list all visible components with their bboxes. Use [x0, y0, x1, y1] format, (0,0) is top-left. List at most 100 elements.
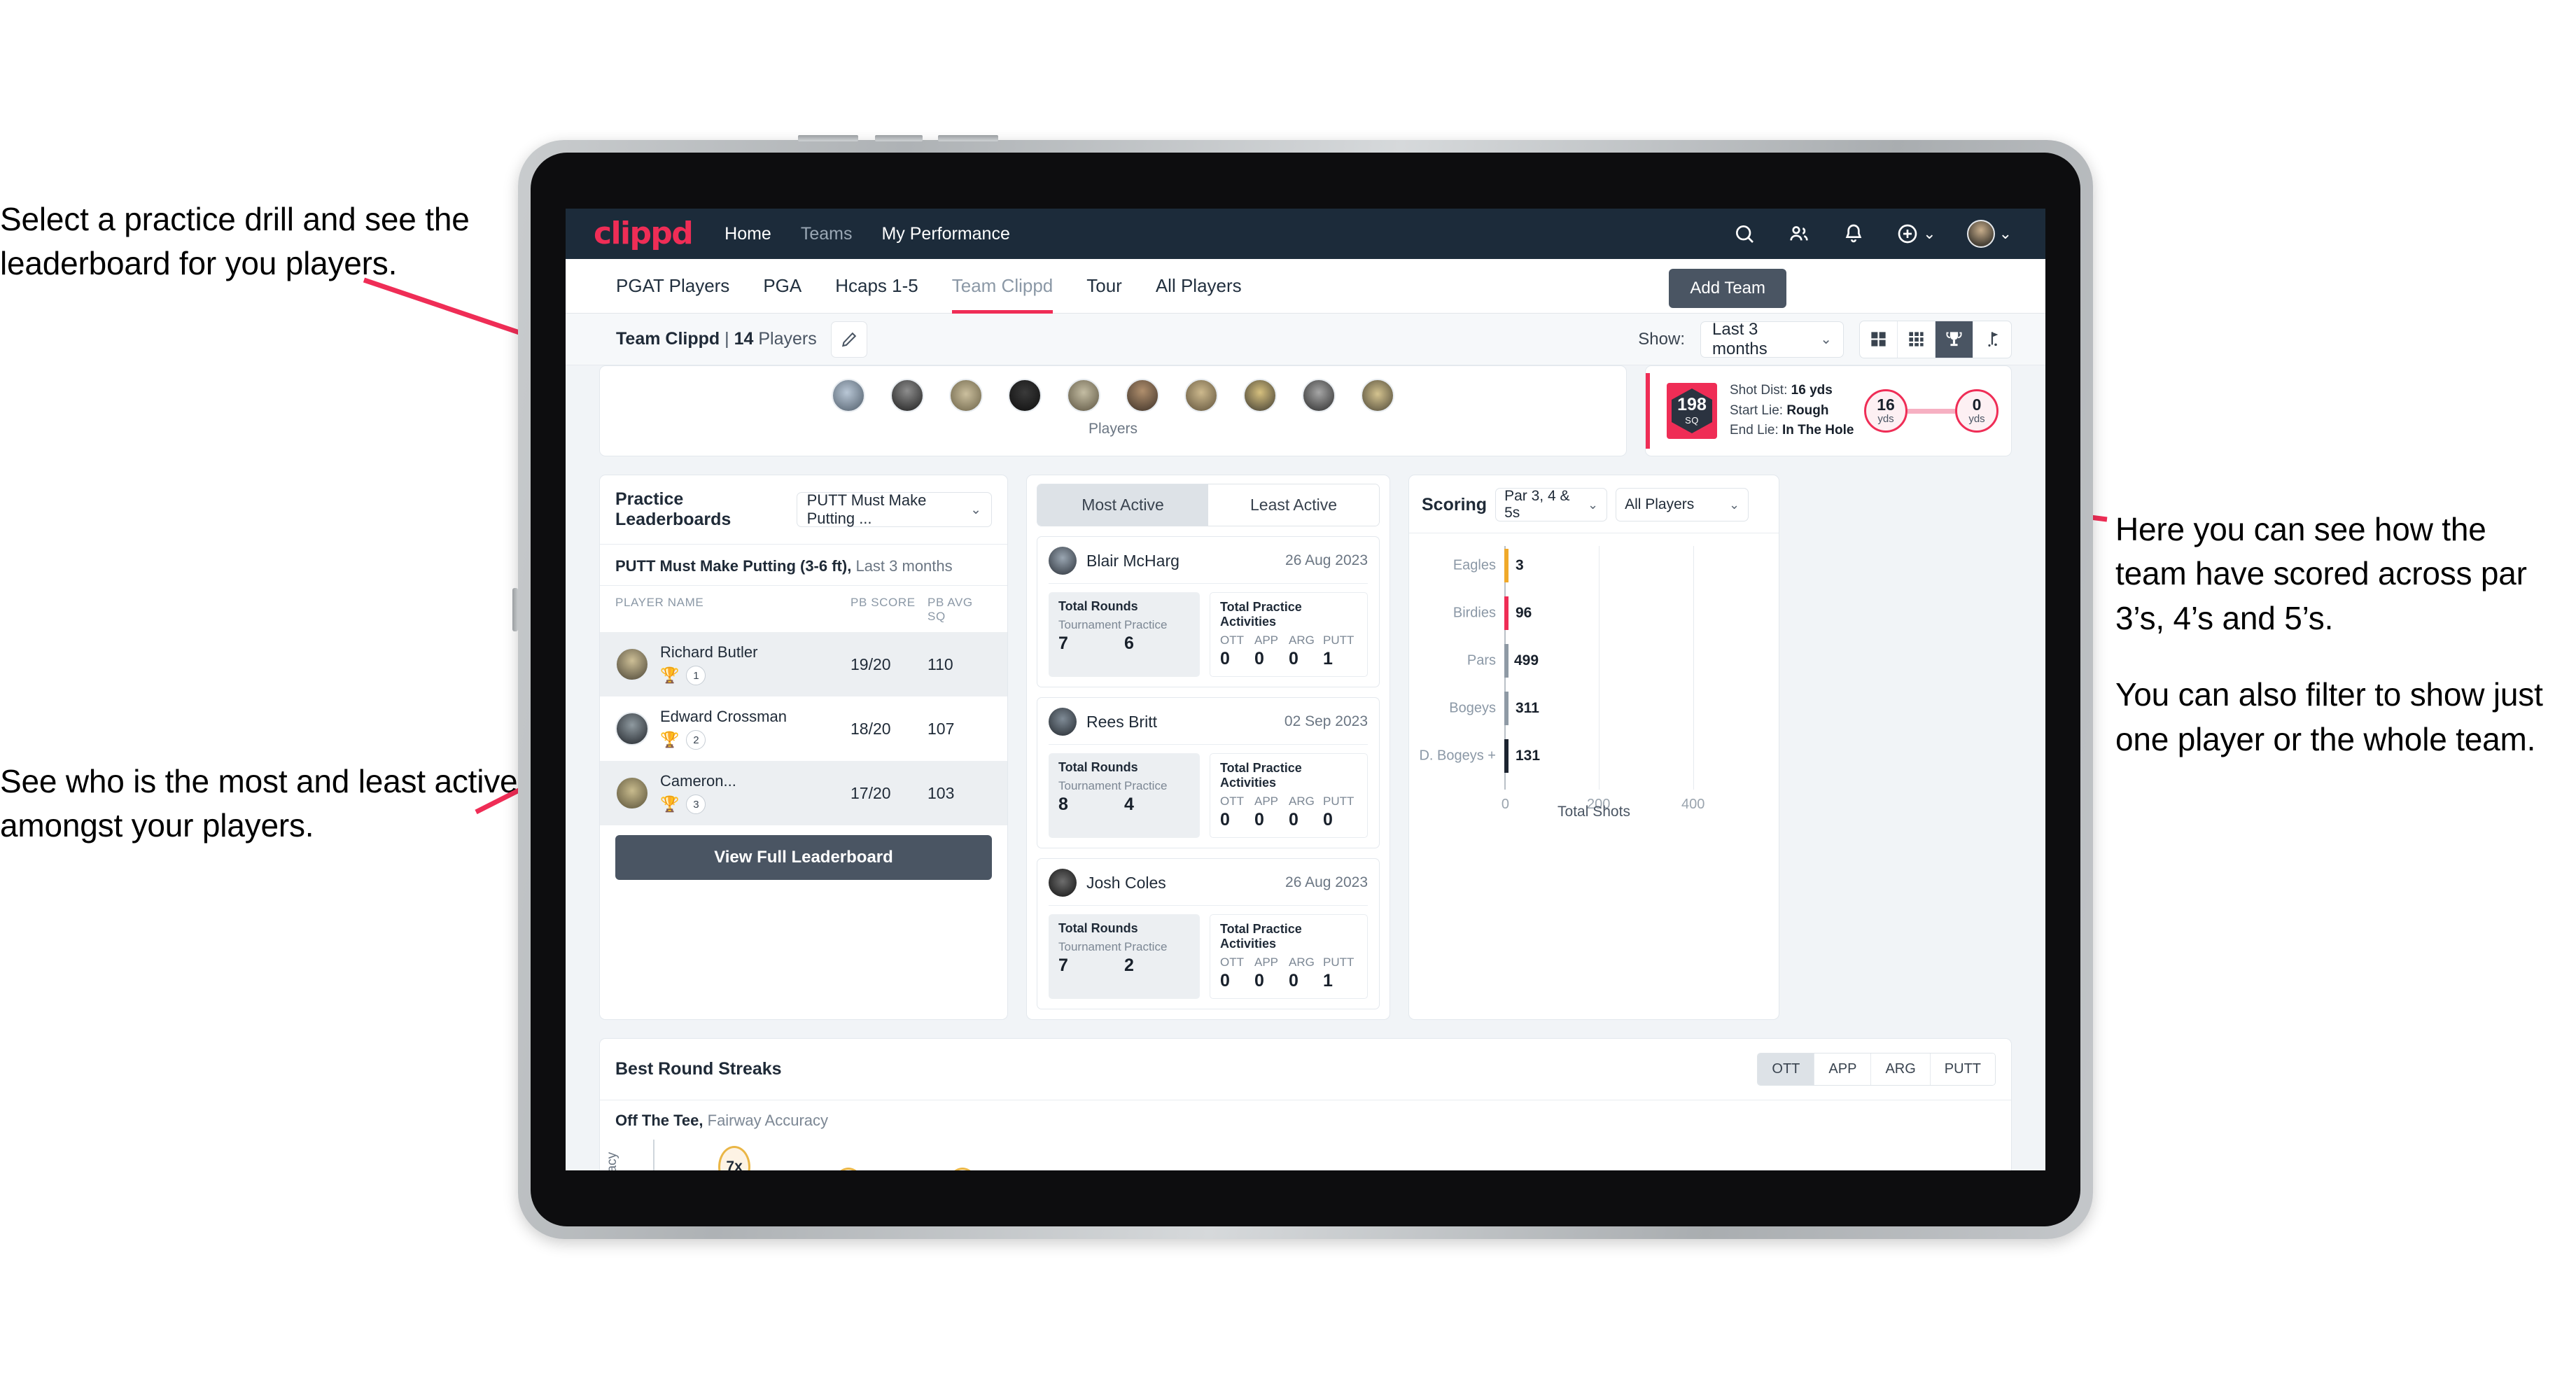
date-range-select[interactable]: Last 3 months ⌄: [1700, 320, 1844, 358]
avatar[interactable]: [890, 379, 924, 412]
drill-select[interactable]: PUTT Must Make Putting ... ⌄: [796, 491, 992, 527]
avatar[interactable]: [949, 379, 983, 412]
leaderboard-subtitle-rest: Last 3 months: [855, 557, 953, 575]
stat-value: 0: [1289, 810, 1298, 830]
avatar: [615, 776, 649, 810]
tab-hcaps-1-5[interactable]: Hcaps 1-5: [835, 259, 918, 314]
trophy-icon: 🏆: [660, 666, 680, 684]
add-team-button[interactable]: Add Team: [1669, 269, 1786, 308]
nav-link-home[interactable]: Home: [724, 224, 771, 244]
avatar[interactable]: [1361, 379, 1394, 412]
pb-avg-sq-value: 107: [927, 719, 955, 738]
annotation-top-left-text: Select a practice drill and see the lead…: [0, 201, 470, 282]
practice-leaderboard-card: Practice Leaderboards PUTT Must Make Put…: [599, 475, 1008, 1020]
avatar[interactable]: [1067, 379, 1100, 412]
stat-key: APP: [1254, 955, 1279, 969]
trophy-icon[interactable]: [1935, 321, 1973, 358]
avatar-icon[interactable]: ⌄: [1966, 220, 2012, 248]
total-rounds-values: Tournament 7 Practice 2: [1058, 940, 1190, 976]
team-player-count: 14: [734, 329, 754, 349]
stat-tournament: Tournament 8: [1058, 779, 1124, 815]
top-navbar: clippd Home Teams My Performance ⌄ ⌄: [566, 209, 2045, 259]
view-full-leaderboard-button[interactable]: View Full Leaderboard: [615, 835, 992, 880]
stat-tournament: Tournament 7: [1058, 618, 1124, 654]
bar-cap: [1504, 692, 1508, 725]
streaks-plot-area: 6 4 7x 6x 6x: [653, 1140, 1996, 1170]
par-filter-select[interactable]: Par 3, 4 & 5s ⌄: [1495, 488, 1608, 522]
tab-team-clippd[interactable]: Team Clippd: [951, 259, 1053, 314]
trophy-icon: 🏆: [660, 795, 680, 813]
total-rounds-box: Total Rounds Tournament 7 Practice: [1049, 592, 1200, 677]
avatar[interactable]: [1302, 379, 1336, 412]
grid-large-icon[interactable]: [1860, 321, 1898, 358]
tab-pgat-players[interactable]: PGAT Players: [616, 259, 729, 314]
table-row[interactable]: Richard Butler 🏆 1 19/20 110: [600, 632, 1007, 696]
start-distance-unit: yds: [1877, 413, 1894, 425]
column-player-name: PLAYER NAME: [615, 596, 704, 609]
scoring-header: Scoring Par 3, 4 & 5s ⌄ All Players ⌄: [1409, 475, 1779, 533]
bell-icon[interactable]: [1842, 222, 1865, 246]
team-name: Team Clippd: [616, 329, 720, 349]
avatar: [1049, 708, 1077, 736]
people-icon[interactable]: [1787, 222, 1811, 246]
toggle-app[interactable]: APP: [1814, 1054, 1872, 1085]
bar-cap: [1504, 596, 1508, 630]
player-filter-value: All Players: [1625, 496, 1695, 512]
stat-key: Tournament: [1058, 618, 1121, 631]
search-icon[interactable]: [1732, 222, 1756, 246]
players-avatars: [600, 379, 1626, 412]
pencil-icon[interactable]: [830, 321, 867, 358]
tab-all-players[interactable]: All Players: [1156, 259, 1242, 314]
bar-cap: [1504, 549, 1508, 582]
nav-link-teams[interactable]: Teams: [801, 224, 853, 244]
avatar[interactable]: [1126, 379, 1159, 412]
activity-date: 26 Aug 2023: [1285, 552, 1368, 568]
tab-tour[interactable]: Tour: [1086, 259, 1122, 314]
nav-link-my-performance[interactable]: My Performance: [881, 224, 1009, 244]
table-row[interactable]: Edward Crossman 🏆 2 18/20 107: [600, 696, 1007, 761]
flag-icon[interactable]: [1973, 321, 2011, 358]
sq-hexagon: 198 SQ: [1672, 388, 1712, 433]
toggle-ott[interactable]: OTT: [1758, 1054, 1815, 1085]
chevron-down-icon: ⌄: [1923, 225, 1936, 242]
bar-value: 3: [1516, 557, 1524, 573]
table-row[interactable]: Cameron... 🏆 3 17/20 103: [600, 761, 1007, 825]
divider: [1049, 744, 1368, 745]
stat-key: APP: [1254, 634, 1279, 647]
toggle-putt[interactable]: PUTT: [1930, 1054, 1995, 1085]
tab-most-active[interactable]: Most Active: [1037, 484, 1208, 526]
stat-value: 1: [1323, 971, 1333, 990]
total-rounds-title: Total Rounds: [1058, 760, 1138, 774]
stat-tournament: Tournament 7: [1058, 940, 1124, 976]
tablet-screen: clippd Home Teams My Performance ⌄ ⌄ PGA…: [531, 153, 2080, 1226]
avatar: [1049, 869, 1077, 897]
avatar[interactable]: [1184, 379, 1218, 412]
avatar[interactable]: [1243, 379, 1277, 412]
stat-value: 0: [1220, 971, 1230, 990]
activity-stats: Total Rounds Tournament 7 Practice: [1049, 592, 1368, 677]
avatar[interactable]: [832, 379, 865, 412]
tab-pga[interactable]: PGA: [763, 259, 802, 314]
list-item[interactable]: Josh Coles 26 Aug 2023 Total Rounds Tour…: [1037, 858, 1380, 1009]
practice-activities-title: Total Practice Activities: [1220, 922, 1302, 951]
stat-key: PUTT: [1323, 794, 1354, 808]
activity-item-header: Rees Britt 02 Sep 2023: [1049, 708, 1368, 736]
tab-least-active[interactable]: Least Active: [1208, 484, 1379, 526]
activity-card: Most Active Least Active Blair McHarg 26…: [1026, 475, 1390, 1020]
shot-detail-lines: Shot Dist: 16 yds Start Lie: Rough End L…: [1730, 381, 1854, 441]
avatar[interactable]: [1008, 379, 1042, 412]
player-filter-select[interactable]: All Players ⌄: [1616, 488, 1749, 522]
add-circle-icon[interactable]: ⌄: [1896, 222, 1936, 246]
practice-activities-box: Total Practice Activities OTT 0 APP 0 AR…: [1210, 753, 1368, 838]
toggle-arg[interactable]: ARG: [1871, 1054, 1931, 1085]
dashboard-content: Players 198 SQ Shot Dist: 16 yds Start L…: [566, 365, 2045, 1170]
gridline: [1693, 546, 1694, 790]
clippd-logo[interactable]: clippd: [594, 218, 694, 249]
view-toggle-group: [1859, 320, 2012, 358]
grid-small-icon[interactable]: [1898, 321, 1935, 358]
list-item[interactable]: Blair McHarg 26 Aug 2023 Total Rounds To…: [1037, 536, 1380, 687]
list-item[interactable]: Rees Britt 02 Sep 2023 Total Rounds Tour…: [1037, 697, 1380, 848]
column-pb-score: PB SCORE: [850, 596, 916, 609]
stat-putt: PUTT 1: [1323, 955, 1357, 991]
stat-value: 4: [1124, 794, 1134, 814]
